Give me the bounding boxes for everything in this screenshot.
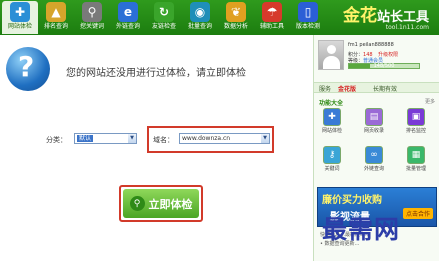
key-icon: ⚷ xyxy=(323,146,341,164)
logo-main: 金花 xyxy=(342,6,377,26)
toolbar-item-label: 排名查询 xyxy=(43,23,68,30)
toolbar-item[interactable]: ⚲ 挖关键词 xyxy=(74,1,110,34)
features-title: 功能大全 xyxy=(319,100,344,107)
leaf-icon: ❦ xyxy=(226,2,246,22)
toolbar-item-label: 批量查询 xyxy=(187,23,212,30)
points-progress: 148/500 xyxy=(348,63,420,69)
toolbar-item[interactable]: ✚ 网站体检 xyxy=(2,1,38,34)
domain-select[interactable]: www.downza.cn ▼ xyxy=(179,133,270,144)
toolbar-item[interactable]: e 外链查询 xyxy=(110,1,146,34)
toolbar-item[interactable]: ◉ 批量查询 xyxy=(182,1,218,34)
sidebar-tabs: 服务 金花版 长期有效 xyxy=(314,82,439,93)
tool-item[interactable]: ⚷ 关键词 xyxy=(320,146,344,172)
main-panel: ? 您的网站还没用进行过体检，请立即体检 分类： 默认 ▼ 域名： www.do… xyxy=(0,35,313,261)
check-notice: 您的网站还没用进行过体检，请立即体检 xyxy=(66,68,246,79)
avatar xyxy=(318,40,344,70)
toolbar-item[interactable]: ↻ 友链检查 xyxy=(146,1,182,34)
ie-icon: e xyxy=(118,2,138,22)
watermark: 最需网 xyxy=(322,215,401,244)
brand-logo: 金花站长工具 tool.1n11.com xyxy=(343,1,429,31)
toolbar-item[interactable]: ▯ 版本检测 xyxy=(290,1,326,34)
tool-label: 排名监控 xyxy=(405,128,426,134)
link-icon: ∞ xyxy=(365,146,383,164)
umbrella-icon: ☂ xyxy=(262,2,282,22)
tab-gold[interactable]: 金花版 xyxy=(338,84,356,93)
toolbar-item-label: 友链检查 xyxy=(151,23,176,30)
logo-suffix: 站长工具 xyxy=(376,10,429,25)
tab-long-term[interactable]: 长期有效 xyxy=(373,84,397,93)
grid-icon: ▦ xyxy=(407,146,425,164)
tool-item[interactable]: ∞ 外链查询 xyxy=(362,146,386,172)
domain-value: www.downza.cn xyxy=(182,135,231,142)
category-label: 分类： xyxy=(46,136,67,144)
toolbar-item-label: 辅助工具 xyxy=(259,23,284,30)
tool-label: 批量管理 xyxy=(405,166,426,172)
refresh-icon: ↻ xyxy=(154,2,174,22)
promo-line1: 廉价买力收购 xyxy=(322,195,382,206)
monitor-icon: ▣ xyxy=(407,108,425,126)
phone-icon: ▯ xyxy=(298,2,318,22)
page-icon: ▤ xyxy=(365,108,383,126)
chart-icon: ▲ xyxy=(46,2,66,22)
tool-item[interactable]: ▦ 批量管理 xyxy=(404,146,428,172)
category-value: 默认 xyxy=(77,135,94,142)
tool-label: 网页收录 xyxy=(363,128,384,134)
stethoscope-icon: ✚ xyxy=(10,2,30,22)
category-select[interactable]: 默认 ▼ xyxy=(74,133,137,144)
globe-icon: ◉ xyxy=(190,2,210,22)
user-name: fm1 peilan888888 xyxy=(348,42,394,48)
tool-item[interactable]: ▤ 网页收录 xyxy=(362,108,386,134)
domain-label: 域名： xyxy=(153,136,174,144)
features-more-link[interactable]: 更多 xyxy=(425,98,435,105)
tool-item[interactable]: ✚ 网站体检 xyxy=(320,108,344,134)
toolbar-item[interactable]: ☂ 辅助工具 xyxy=(254,1,290,34)
magnifier-icon: ⚲ xyxy=(129,196,145,211)
main-toolbar: ✚ 网站体检 ▲ 排名查询 ⚲ 挖关键词 e 外链查询 ↻ 友链检查 ◉ 批量查询 ❦ 数据分析 ☂ 辅助工具… xyxy=(0,0,439,35)
check-button-label: 立即体检 xyxy=(148,197,193,211)
chevron-down-icon: ▼ xyxy=(261,134,269,143)
progress-text: 148/500 xyxy=(373,63,395,69)
tab-service[interactable]: 服务 xyxy=(319,84,331,93)
magnifier-icon: ⚲ xyxy=(82,2,102,22)
toolbar-item[interactable]: ▲ 排名查询 xyxy=(38,1,74,34)
check-now-button[interactable]: ⚲ 立即体检 xyxy=(123,189,199,218)
toolbar-item[interactable]: ❦ 数据分析 xyxy=(218,1,254,34)
toolbar-item-label: 版本检测 xyxy=(295,23,320,30)
toolbar-item-label: 外链查询 xyxy=(115,23,140,30)
toolbar-item-label: 网站体检 xyxy=(7,23,32,30)
promo-button[interactable]: 点击合作 xyxy=(402,208,433,219)
toolbar-item-label: 数据分析 xyxy=(223,23,248,30)
tool-label: 网站体检 xyxy=(321,128,342,134)
tool-item[interactable]: ▣ 排名监控 xyxy=(404,108,428,134)
toolbar-item-label: 挖关键词 xyxy=(79,23,104,30)
tool-label: 外链查询 xyxy=(363,166,384,172)
stethoscope-icon: ✚ xyxy=(323,108,341,126)
tool-label: 关键词 xyxy=(324,166,340,172)
check-button-highlight: ⚲ 立即体检 xyxy=(119,185,203,222)
chevron-down-icon: ▼ xyxy=(128,134,136,143)
question-globe-icon: ? xyxy=(6,47,50,91)
